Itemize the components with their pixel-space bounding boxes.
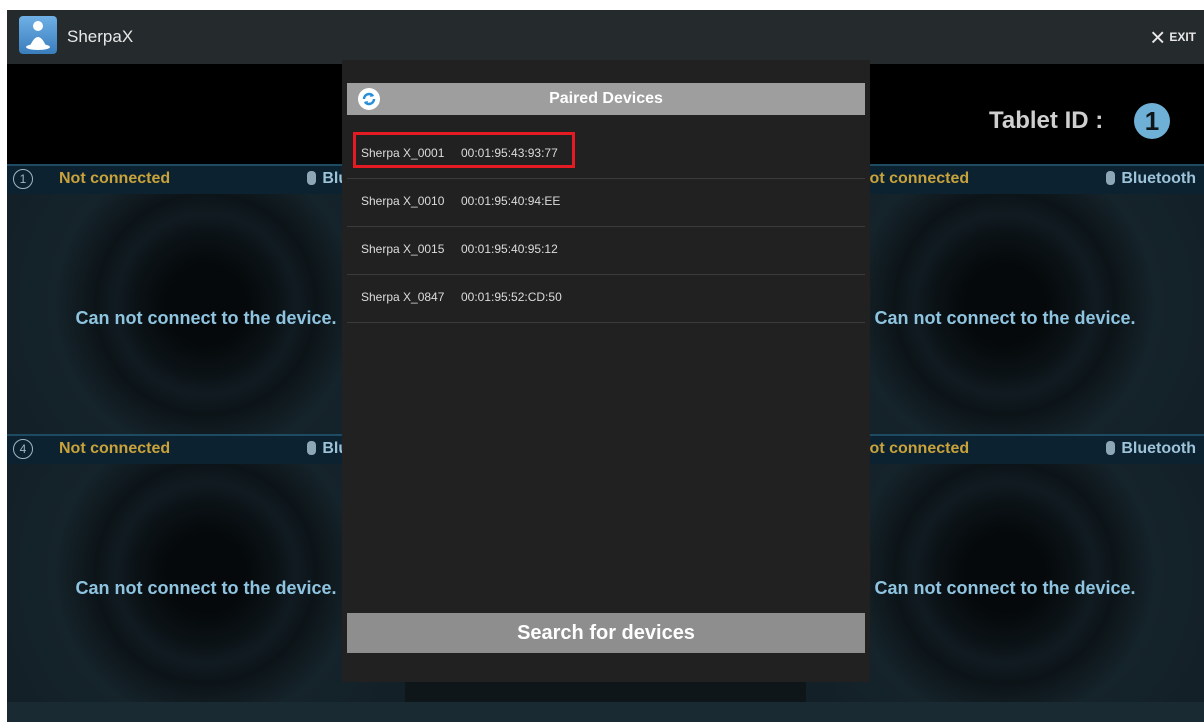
bluetooth-indicator: Bluetooth bbox=[1106, 440, 1196, 458]
device-row[interactable]: Sherpa X_0001 00:01:95:43:93:77 bbox=[347, 130, 865, 179]
connection-status: Not connected bbox=[858, 170, 970, 187]
top-bar: SherpaX × EXIT bbox=[7, 10, 1204, 64]
bluetooth-icon bbox=[307, 171, 317, 185]
device-row[interactable]: Sherpa X_0010 00:01:95:40:94:EE bbox=[347, 178, 865, 227]
device-mac: 00:01:95:52:CD:50 bbox=[461, 290, 562, 304]
app-title: SherpaX bbox=[67, 27, 134, 46]
bluetooth-label: Bluetooth bbox=[1121, 170, 1196, 187]
paired-devices-dialog: Paired Devices Sherpa X_0001 00:01:95:43… bbox=[342, 60, 870, 682]
panel-number: 4 bbox=[13, 439, 33, 459]
exit-button[interactable]: × EXIT bbox=[1150, 24, 1196, 50]
search-devices-button[interactable]: Search for devices bbox=[347, 613, 865, 653]
connection-status: Not connected bbox=[59, 170, 171, 187]
connection-status: Not connected bbox=[858, 440, 970, 457]
device-row[interactable]: Sherpa X_0847 00:01:95:52:CD:50 bbox=[347, 274, 865, 323]
device-name: Sherpa X_0015 bbox=[361, 242, 445, 256]
device-row[interactable]: Sherpa X_0015 00:01:95:40:95:12 bbox=[347, 226, 865, 275]
dialog-title-bar: Paired Devices bbox=[347, 83, 865, 115]
tablet-id-badge: 1 bbox=[1134, 103, 1170, 139]
tablet-id-label: Tablet ID : bbox=[989, 107, 1104, 134]
app-logo-icon bbox=[19, 16, 57, 54]
close-icon: × bbox=[1150, 22, 1166, 52]
app-screen: SherpaX × EXIT Tablet ID : 1 1 Not conne… bbox=[7, 10, 1204, 722]
exit-label: EXIT bbox=[1169, 30, 1196, 44]
bluetooth-icon bbox=[1106, 171, 1116, 185]
bluetooth-icon bbox=[307, 441, 317, 455]
device-mac: 00:01:95:43:93:77 bbox=[461, 146, 558, 160]
device-mac: 00:01:95:40:95:12 bbox=[461, 242, 558, 256]
dialog-title: Paired Devices bbox=[549, 90, 663, 107]
bluetooth-label: Bluetooth bbox=[1121, 440, 1196, 457]
device-name: Sherpa X_0001 bbox=[361, 146, 445, 160]
device-name: Sherpa X_0847 bbox=[361, 290, 445, 304]
connection-status: Not connected bbox=[59, 440, 171, 457]
bluetooth-indicator: Bluetooth bbox=[1106, 170, 1196, 188]
device-mac: 00:01:95:40:94:EE bbox=[461, 194, 561, 208]
footer-bar bbox=[7, 702, 1204, 722]
bluetooth-icon bbox=[1106, 441, 1116, 455]
device-name: Sherpa X_0010 bbox=[361, 194, 445, 208]
panel-number: 1 bbox=[13, 169, 33, 189]
